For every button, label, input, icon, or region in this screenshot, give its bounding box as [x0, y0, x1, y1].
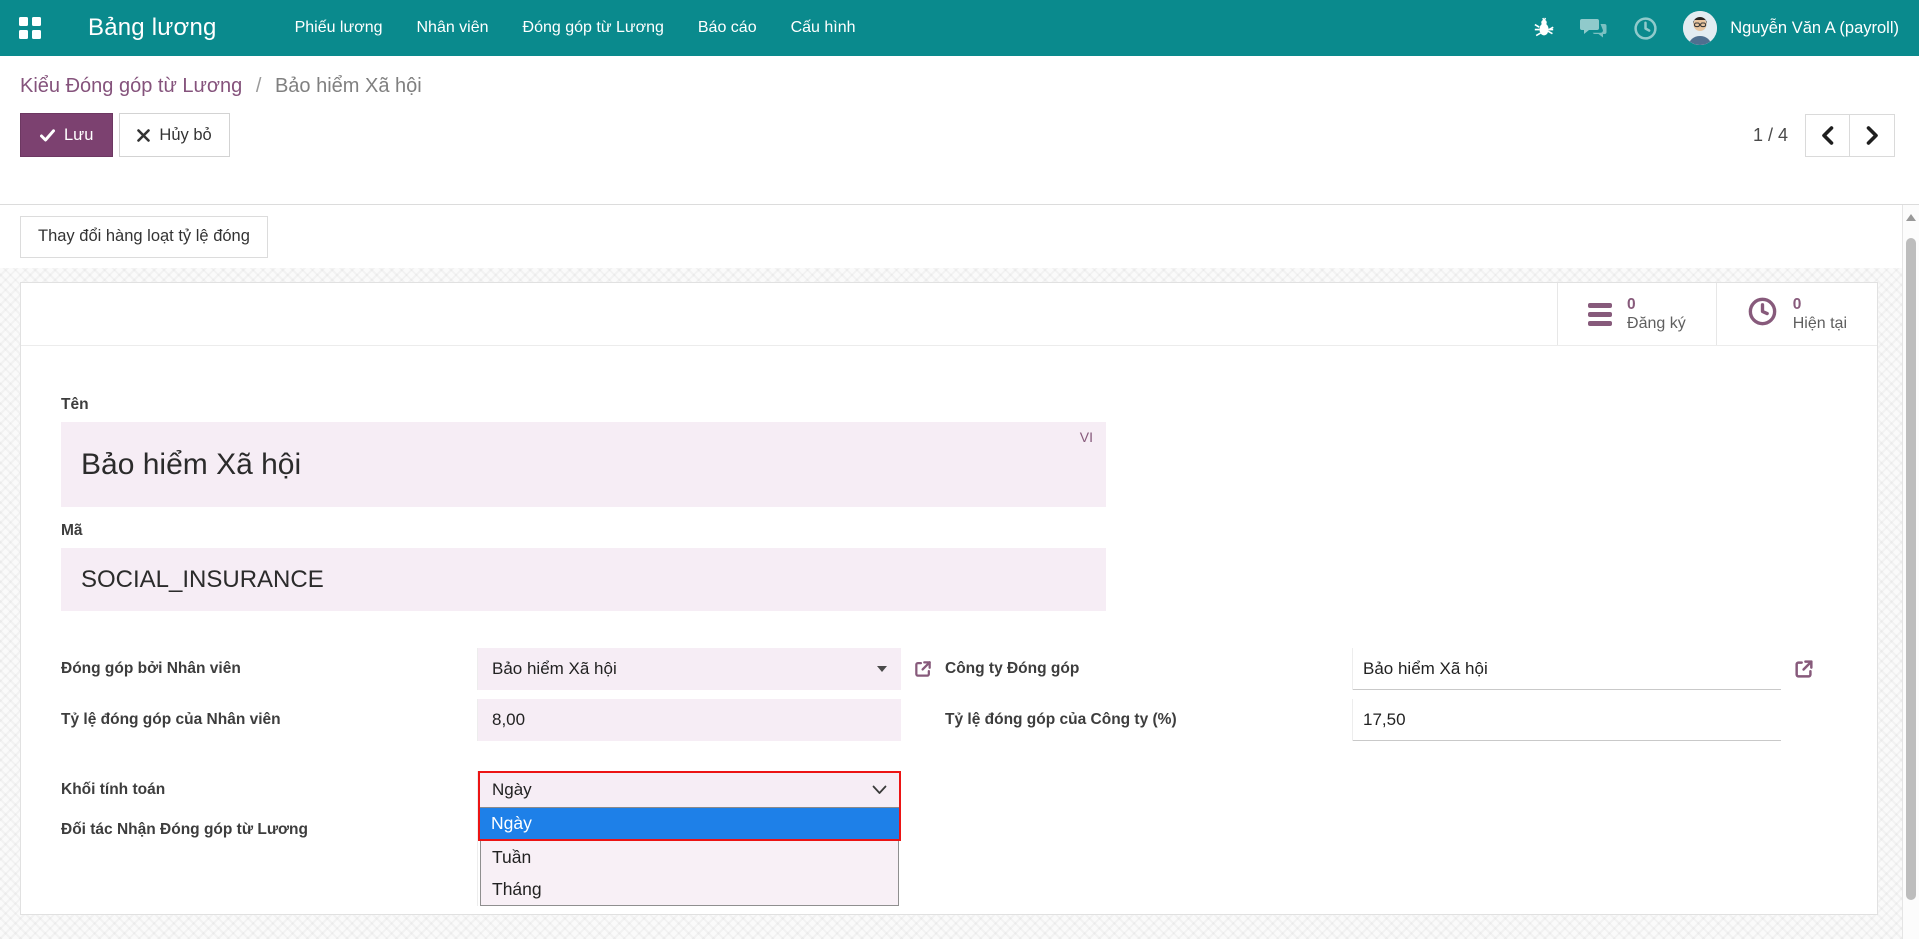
- employee-rate-label-cell: Tỷ lệ đóng góp của Nhân viên: [61, 699, 478, 741]
- scrollbar-thumb[interactable]: [1906, 238, 1916, 900]
- menu-item-reports[interactable]: Báo cáo: [698, 19, 757, 37]
- menu-item-configuration[interactable]: Cấu hình: [791, 19, 856, 37]
- sheet-body: Tên Bảo hiểm Xã hội VI Mã SOCIAL_INSURAN…: [21, 396, 1877, 906]
- code-value: SOCIAL_INSURANCE: [81, 566, 324, 594]
- breadcrumb-separator: /: [256, 75, 262, 97]
- employee-contribution-label: Đóng góp bởi Nhân viên: [61, 660, 241, 678]
- computation-label: Khối tính toán: [61, 771, 477, 809]
- chevron-right-icon: [1866, 126, 1879, 145]
- chevron-left-icon: [1821, 126, 1834, 145]
- pager-next-button[interactable]: [1850, 114, 1895, 157]
- apps-grid-icon-glyph: [19, 17, 41, 39]
- computation-selected-value: Ngày: [492, 780, 532, 800]
- menu-item-salary-contributions[interactable]: Đóng góp từ Lương: [523, 19, 664, 37]
- record-pager: 1 / 4: [1753, 114, 1895, 157]
- discard-button-label: Hủy bỏ: [159, 126, 211, 145]
- vertical-scrollbar[interactable]: [1902, 205, 1919, 939]
- menu-item-payslips[interactable]: Phiếu lương: [295, 19, 383, 37]
- user-name[interactable]: Nguyễn Văn A (payroll): [1730, 19, 1899, 38]
- employee-rate-value: 8,00: [492, 710, 525, 730]
- select-chevron-icon: [872, 780, 887, 800]
- control-panel-buttons-row: Lưu Hủy bỏ 1 / 4: [20, 113, 1895, 157]
- list-icon: [1588, 303, 1612, 326]
- name-value: Bảo hiểm Xã hội: [81, 448, 301, 482]
- main-menu: Phiếu lương Nhân viên Đóng góp từ Lương …: [295, 19, 856, 37]
- company-contribution-select[interactable]: Bảo hiểm Xã hội: [1353, 648, 1781, 690]
- employee-contribution-open-record[interactable]: [901, 659, 945, 679]
- computation-options-list: Tuần Tháng: [480, 841, 899, 906]
- content-area: 0 Đăng ký 0 Hiện tại: [0, 268, 1902, 939]
- current-count: 0: [1793, 295, 1847, 314]
- partner-label: Đối tác Nhận Đóng góp từ Lương: [61, 821, 477, 839]
- save-button[interactable]: Lưu: [20, 113, 113, 157]
- stat-button-current[interactable]: 0 Hiện tại: [1716, 283, 1877, 345]
- current-label: Hiện tại: [1793, 314, 1847, 333]
- code-field-label: Mã: [61, 522, 1837, 540]
- navbar-right: Nguyễn Văn A (payroll): [1533, 11, 1919, 45]
- caret-down-icon: [877, 666, 887, 672]
- company-contribution-value: Bảo hiểm Xã hội: [1363, 659, 1488, 679]
- save-button-label: Lưu: [64, 126, 93, 145]
- mass-update-rates-button[interactable]: Thay đổi hàng loạt tỷ lệ đóng: [20, 216, 268, 258]
- clock-icon: [1747, 296, 1778, 332]
- name-field-label: Tên: [61, 396, 1837, 414]
- company-contribution-open-record[interactable]: [1781, 658, 1827, 680]
- pager-previous-button[interactable]: [1805, 114, 1850, 157]
- option-day[interactable]: Ngày: [480, 807, 899, 839]
- top-navbar: Bảng lương Phiếu lương Nhân viên Đóng gó…: [0, 0, 1919, 56]
- company-rate-label: Tỷ lệ đóng góp của Công ty (%): [945, 711, 1177, 729]
- contribution-fields-grid: Đóng góp bởi Nhân viên Bảo hiểm Xã hội C…: [61, 648, 1837, 741]
- employee-contribution-label-cell: Đóng góp bởi Nhân viên: [61, 648, 478, 690]
- scrollbar-up-icon[interactable]: [1906, 214, 1916, 221]
- employee-contribution-select[interactable]: Bảo hiểm Xã hội: [478, 648, 901, 690]
- form-statusbar: Thay đổi hàng loạt tỷ lệ đóng: [0, 205, 1919, 268]
- code-input[interactable]: SOCIAL_INSURANCE: [61, 548, 1106, 611]
- employee-rate-input[interactable]: 8,00: [478, 699, 901, 741]
- company-rate-value: 17,50: [1363, 710, 1406, 730]
- check-icon: [40, 129, 55, 142]
- registrations-label: Đăng ký: [1627, 314, 1686, 333]
- close-icon: [137, 129, 150, 142]
- computation-row: Khối tính toán Đối tác Nhận Đóng góp từ …: [61, 771, 1837, 906]
- option-week[interactable]: Tuần: [481, 841, 898, 873]
- breadcrumb: Kiểu Đóng góp từ Lương / Bảo hiểm Xã hội: [20, 72, 1895, 100]
- breadcrumb-current: Bảo hiểm Xã hội: [275, 75, 422, 97]
- employee-contribution-value: Bảo hiểm Xã hội: [492, 659, 617, 679]
- company-contribution-label: Công ty Đóng góp: [945, 660, 1079, 678]
- external-link-icon: [1793, 658, 1815, 680]
- apps-grid-icon[interactable]: [0, 0, 60, 56]
- discard-button[interactable]: Hủy bỏ: [119, 113, 229, 157]
- user-avatar[interactable]: [1683, 11, 1717, 45]
- company-rate-label-cell: Tỷ lệ đóng góp của Công ty (%): [945, 699, 1353, 741]
- pager-counter: 1 / 4: [1753, 125, 1788, 146]
- stat-button-box: 0 Đăng ký 0 Hiện tại: [21, 283, 1877, 346]
- bug-icon[interactable]: [1533, 17, 1555, 39]
- registrations-count: 0: [1627, 295, 1686, 314]
- computation-labels-column: Khối tính toán Đối tác Nhận Đóng góp từ …: [61, 771, 478, 906]
- stat-button-registrations[interactable]: 0 Đăng ký: [1557, 283, 1716, 345]
- company-rate-input[interactable]: 17,50: [1353, 699, 1781, 741]
- activities-clock-icon[interactable]: [1633, 16, 1658, 41]
- form-sheet: 0 Đăng ký 0 Hiện tại: [20, 282, 1878, 915]
- computation-select-area: Ngày Ngày Tuần Tháng: [478, 771, 901, 906]
- messages-icon[interactable]: [1580, 16, 1608, 40]
- app-title[interactable]: Bảng lương: [88, 14, 217, 42]
- employee-rate-label: Tỷ lệ đóng góp của Nhân viên: [61, 711, 281, 729]
- name-input[interactable]: Bảo hiểm Xã hội VI: [61, 422, 1106, 507]
- payroll-app-window: Bảng lương Phiếu lương Nhân viên Đóng gó…: [0, 0, 1919, 939]
- company-contribution-label-cell: Công ty Đóng góp: [945, 648, 1353, 690]
- menu-item-employees[interactable]: Nhân viên: [416, 19, 488, 37]
- computation-select[interactable]: Ngày: [480, 773, 899, 807]
- option-month[interactable]: Tháng: [481, 873, 898, 905]
- breadcrumb-parent-link[interactable]: Kiểu Đóng góp từ Lương: [20, 75, 242, 97]
- computation-select-alert-border: Ngày Ngày: [478, 771, 901, 841]
- control-panel: Kiểu Đóng góp từ Lương / Bảo hiểm Xã hội…: [0, 56, 1919, 205]
- language-badge[interactable]: VI: [1080, 429, 1093, 445]
- external-link-icon: [913, 659, 933, 679]
